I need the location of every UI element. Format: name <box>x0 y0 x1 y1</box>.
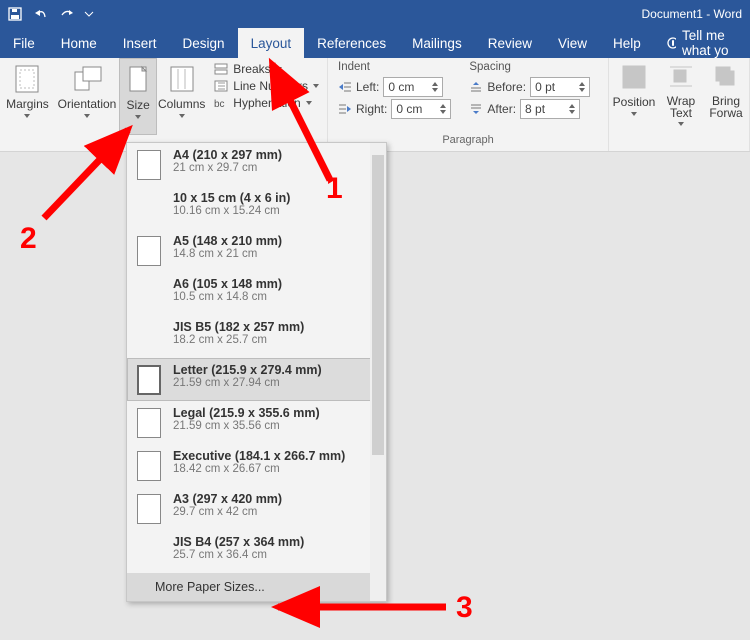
margins-button[interactable]: Margins <box>0 58 55 135</box>
size-option-3[interactable]: A6 (105 x 148 mm)10.5 cm x 14.8 cm <box>127 272 386 315</box>
size-option-title: 10 x 15 cm (4 x 6 in) <box>173 191 290 205</box>
tab-layout[interactable]: Layout <box>238 28 305 58</box>
size-option-title: JIS B4 (257 x 364 mm) <box>173 535 304 549</box>
size-option-sub: 25.7 cm x 36.4 cm <box>173 549 304 561</box>
spacing-header: Spacing <box>469 61 590 75</box>
size-option-sub: 14.8 cm x 21 cm <box>173 248 282 260</box>
paper-icon <box>137 494 161 524</box>
orientation-button[interactable]: Orientation <box>55 58 119 135</box>
paper-icon <box>137 537 161 567</box>
size-option-title: A4 (210 x 297 mm) <box>173 148 282 162</box>
undo-icon[interactable] <box>32 7 50 21</box>
orientation-icon <box>72 64 102 94</box>
spacing-before-icon <box>469 81 483 93</box>
breaks-button[interactable]: Breaks <box>214 62 319 76</box>
indent-right-row: Right: 0 cm <box>338 99 451 119</box>
title-bar: Document1 - Word <box>0 0 750 28</box>
margins-icon <box>13 64 41 94</box>
paper-icon <box>137 408 161 438</box>
size-option-sub: 21.59 cm x 35.56 cm <box>173 420 320 432</box>
svg-text:bc: bc <box>214 99 225 109</box>
bring-forward-button: Bring Forwa <box>703 58 749 135</box>
size-option-7[interactable]: Executive (184.1 x 266.7 mm)18.42 cm x 2… <box>127 444 386 487</box>
spacing-before-row: Before: 0 pt <box>469 77 590 97</box>
tab-review[interactable]: Review <box>475 28 545 58</box>
size-option-title: Legal (215.9 x 355.6 mm) <box>173 406 320 420</box>
columns-button[interactable]: Columns <box>157 58 206 135</box>
size-option-title: JIS B5 (182 x 257 mm) <box>173 320 304 334</box>
indent-right-input[interactable]: 0 cm <box>391 99 451 119</box>
save-icon[interactable] <box>8 7 22 21</box>
indent-left-icon <box>338 81 352 93</box>
tell-me[interactable]: Tell me what yo <box>654 28 750 58</box>
paper-icon <box>137 451 161 481</box>
tab-mailings[interactable]: Mailings <box>399 28 475 58</box>
hyphenation-button[interactable]: bcHyphenation <box>214 96 319 110</box>
size-option-title: Executive (184.1 x 266.7 mm) <box>173 449 345 463</box>
size-option-sub: 18.42 cm x 26.67 cm <box>173 463 345 475</box>
window-title: Document1 - Word <box>102 7 750 21</box>
size-option-9[interactable]: JIS B4 (257 x 364 mm)25.7 cm x 36.4 cm <box>127 530 386 573</box>
wrap-icon <box>668 64 694 92</box>
wrap-text-button: Wrap Text <box>659 58 703 135</box>
size-option-title: Letter (215.9 x 279.4 mm) <box>173 363 322 377</box>
size-option-sub: 10.5 cm x 14.8 cm <box>173 291 282 303</box>
paper-icon <box>137 365 161 395</box>
size-icon <box>127 65 149 95</box>
size-option-2[interactable]: A5 (148 x 210 mm)14.8 cm x 21 cm <box>127 229 386 272</box>
paper-icon <box>137 150 161 180</box>
paper-icon <box>137 193 161 223</box>
size-dropdown: A4 (210 x 297 mm)21 cm x 29.7 cm10 x 15 … <box>126 142 387 602</box>
size-option-sub: 21 cm x 29.7 cm <box>173 162 282 174</box>
size-option-4[interactable]: JIS B5 (182 x 257 mm)18.2 cm x 25.7 cm <box>127 315 386 358</box>
paper-icon <box>137 279 161 309</box>
breaks-icon <box>214 63 228 75</box>
indent-header: Indent <box>338 61 451 75</box>
size-option-5[interactable]: Letter (215.9 x 279.4 mm)21.59 cm x 27.9… <box>127 358 386 401</box>
columns-icon <box>169 64 195 94</box>
dropdown-scrollbar[interactable] <box>370 143 386 601</box>
size-option-title: A5 (148 x 210 mm) <box>173 234 282 248</box>
tab-view[interactable]: View <box>545 28 600 58</box>
line-numbers-button[interactable]: Line Numbers <box>214 79 319 93</box>
size-button[interactable]: Size <box>119 58 157 135</box>
position-icon <box>621 64 647 92</box>
size-option-sub: 18.2 cm x 25.7 cm <box>173 334 304 346</box>
paper-icon <box>137 236 161 266</box>
size-option-sub: 10.16 cm x 15.24 cm <box>173 205 290 217</box>
size-option-sub: 29.7 cm x 42 cm <box>173 506 282 518</box>
indent-right-icon <box>338 103 352 115</box>
spacing-before-input[interactable]: 0 pt <box>530 77 590 97</box>
position-button: Position <box>609 58 659 135</box>
indent-left-input[interactable]: 0 cm <box>383 77 443 97</box>
size-option-sub: 21.59 cm x 27.94 cm <box>173 377 322 389</box>
tab-insert[interactable]: Insert <box>110 28 170 58</box>
tab-help[interactable]: Help <box>600 28 654 58</box>
tab-file[interactable]: File <box>0 28 48 58</box>
spacing-after-icon <box>469 103 483 115</box>
size-option-title: A6 (105 x 148 mm) <box>173 277 282 291</box>
ribbon-tabs: File Home Insert Design Layout Reference… <box>0 28 750 58</box>
spacing-after-row: After: 8 pt <box>469 99 590 119</box>
size-option-0[interactable]: A4 (210 x 297 mm)21 cm x 29.7 cm <box>127 143 386 186</box>
hyphenation-icon: bc <box>214 97 228 109</box>
ribbon: Margins Orientation Size Columns Breaks … <box>0 58 750 152</box>
size-option-8[interactable]: A3 (297 x 420 mm)29.7 cm x 42 cm <box>127 487 386 530</box>
tab-design[interactable]: Design <box>170 28 238 58</box>
redo-icon[interactable] <box>60 7 74 21</box>
spacing-after-input[interactable]: 8 pt <box>520 99 580 119</box>
tab-home[interactable]: Home <box>48 28 110 58</box>
size-option-6[interactable]: Legal (215.9 x 355.6 mm)21.59 cm x 35.56… <box>127 401 386 444</box>
indent-left-row: Left: 0 cm <box>338 77 451 97</box>
more-paper-sizes[interactable]: More Paper Sizes... <box>127 573 386 601</box>
size-option-1[interactable]: 10 x 15 cm (4 x 6 in)10.16 cm x 15.24 cm <box>127 186 386 229</box>
bring-forward-icon <box>713 64 739 92</box>
line-numbers-icon <box>214 80 228 92</box>
paper-icon <box>137 322 161 352</box>
size-option-title: A3 (297 x 420 mm) <box>173 492 282 506</box>
qat-more-icon[interactable] <box>84 9 94 19</box>
tab-references[interactable]: References <box>304 28 399 58</box>
